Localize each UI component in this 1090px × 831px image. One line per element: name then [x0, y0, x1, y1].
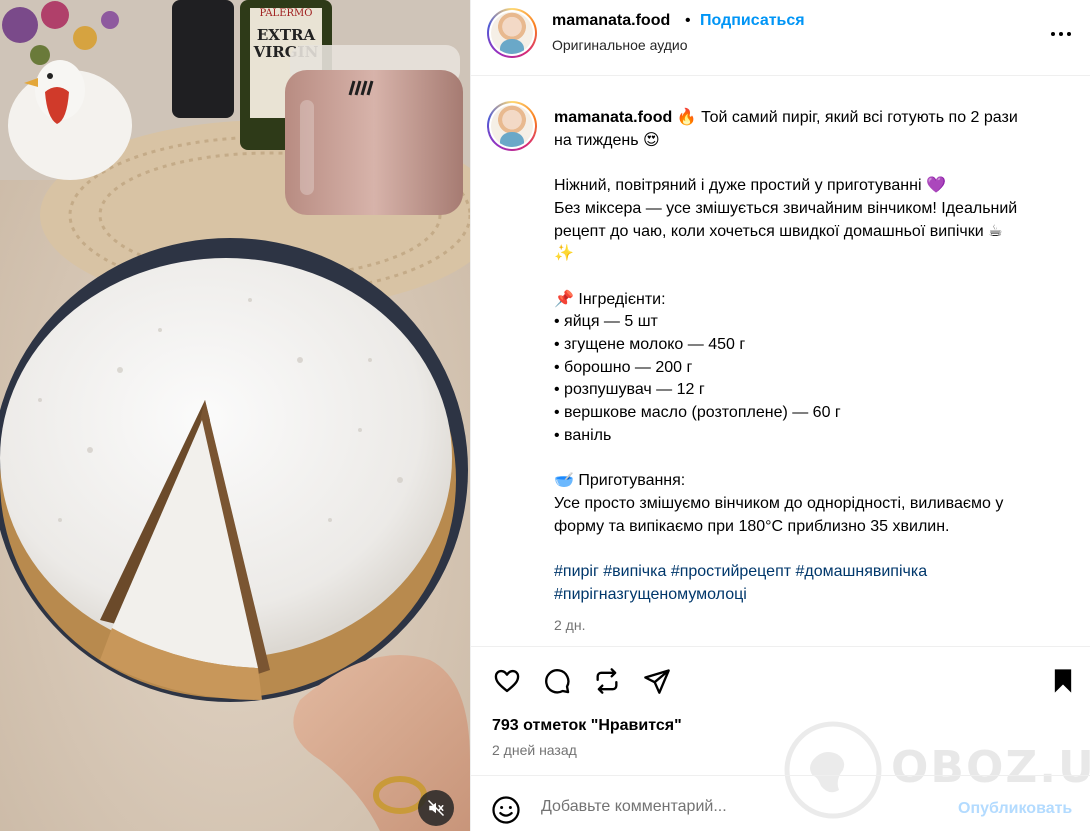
- speaker-muted-icon: [427, 799, 445, 817]
- more-options-button[interactable]: [1047, 22, 1075, 46]
- ingredient-item: • яйця — 5 шт: [554, 313, 658, 331]
- emoji-button[interactable]: [491, 795, 521, 825]
- caption-area: mamanata.food 🔥 Той самий пиріг, який вс…: [471, 77, 1090, 645]
- more-horizontal-icon: [1051, 32, 1055, 36]
- comment-button[interactable]: [541, 665, 573, 697]
- send-icon: [644, 669, 670, 694]
- avatar[interactable]: [487, 8, 537, 58]
- header-separator: •: [685, 12, 691, 29]
- post-date[interactable]: 2 дней назад: [492, 742, 577, 758]
- bottle-label-line1: EXTRA: [257, 26, 316, 44]
- publish-button[interactable]: Опубликовать: [958, 800, 1072, 818]
- caption-line-2: на тиждень 😍: [554, 131, 660, 149]
- caption-timestamp[interactable]: 2 дн.: [554, 614, 1074, 637]
- caption-line-4: Без міксера — усе змішується звичайним в…: [554, 199, 1018, 217]
- preparation-line-2: форму та випікаємо при 180°C приблизно 3…: [554, 517, 950, 535]
- share-button[interactable]: [641, 665, 673, 697]
- ingredient-item: • згущене молоко — 450 г: [554, 336, 746, 353]
- mute-button[interactable]: [418, 790, 454, 826]
- follow-button[interactable]: Подписаться: [700, 12, 805, 30]
- comment-icon: [545, 669, 570, 694]
- likes-count[interactable]: 793 отметок "Нравится": [492, 717, 682, 735]
- caption-avatar[interactable]: [487, 101, 537, 151]
- caption-line-6: ✨: [554, 245, 574, 263]
- ingredients-title: 📌 Інгредієнти:: [554, 290, 666, 308]
- caption-line-5: рецепт до чаю, коли хочеться швидкої дом…: [554, 222, 1003, 240]
- hashtags-line-1[interactable]: #пиріг #випічка #простийрецепт #домашняв…: [554, 561, 1074, 584]
- save-button[interactable]: [1047, 665, 1079, 697]
- post-side-panel: mamanata.food • Подписаться Оригинальное…: [470, 0, 1090, 831]
- caption-line-3: Ніжний, повітряний і дуже простий у приг…: [554, 177, 946, 195]
- header-username[interactable]: mamanata.food: [552, 12, 670, 30]
- caption-line-1: 🔥 Той самий пиріг, який всі готують по 2…: [676, 109, 1018, 126]
- hashtags-line-2[interactable]: #пирігназгущеномумолоці: [554, 584, 1074, 607]
- repost-button[interactable]: [591, 665, 623, 697]
- audio-link[interactable]: Оригинальное аудио: [552, 37, 688, 53]
- comment-input[interactable]: [541, 798, 911, 816]
- post-header: mamanata.food • Подписаться Оригинальное…: [471, 0, 1090, 76]
- cake-photo: PALERMO EXTRA VIRGIN: [0, 0, 470, 831]
- post-media[interactable]: PALERMO EXTRA VIRGIN: [0, 0, 470, 831]
- preparation-line-1: Усе просто змішуємо вінчиком до однорідн…: [554, 494, 1004, 512]
- ingredient-item: • борошно — 200 г: [554, 358, 693, 376]
- preparation-title: 🥣 Приготування:: [554, 472, 686, 490]
- ingredient-item: • ваніль: [554, 426, 612, 444]
- comment-composer: Опубликовать: [471, 775, 1090, 831]
- smiley-icon: [492, 796, 520, 824]
- heart-icon: [494, 669, 520, 693]
- ingredient-item: • вершкове масло (розтоплене) — 60 г: [554, 404, 841, 422]
- like-button[interactable]: [491, 665, 523, 697]
- ingredient-item: • розпушувач — 12 г: [554, 381, 705, 399]
- caption-text: mamanata.food 🔥 Той самий пиріг, який вс…: [554, 107, 1074, 637]
- bookmark-icon: [1054, 669, 1072, 693]
- repost-icon: [596, 668, 618, 694]
- bottle-brand-text: PALERMO: [260, 8, 313, 19]
- caption-username[interactable]: mamanata.food: [554, 109, 672, 126]
